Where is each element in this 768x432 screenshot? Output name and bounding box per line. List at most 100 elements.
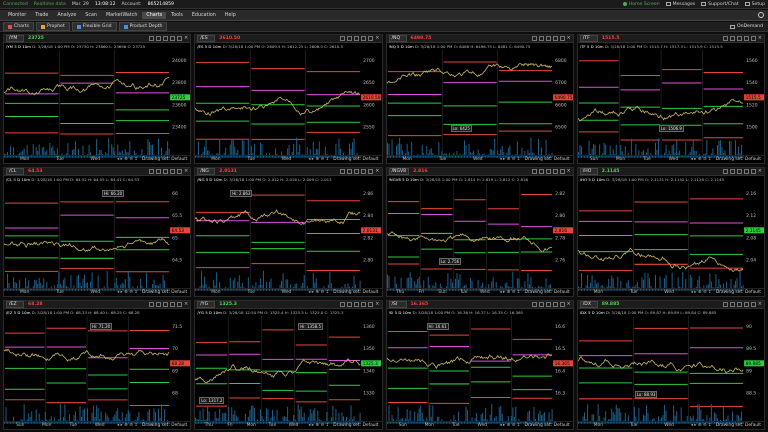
chart-tool-icon[interactable] [538,169,544,174]
chart-nav-controls[interactable]: ◂ ▸ ⊕ ⊖ ↕ [691,290,712,295]
close-icon[interactable]: × [375,36,379,41]
chart-tool-icon[interactable] [736,169,742,174]
chart-tool-icon[interactable] [149,302,155,307]
close-icon[interactable]: × [375,302,379,307]
chart-tool-icon[interactable] [750,36,756,41]
chart-tool-icon[interactable] [347,169,353,174]
drawing-set-selector[interactable]: Drawing set: Default [524,423,569,428]
drawing-set-selector[interactable]: Drawing set: Default [333,423,378,428]
chart-nav-controls[interactable]: ◂ ▸ ⊕ ⊖ ↕ [499,290,520,295]
chart-nav-controls[interactable]: ◂ ▸ ⊕ ⊖ ↕ [499,157,520,162]
symbol-input[interactable]: /EZ [6,301,24,308]
chart-tool-icon[interactable] [531,36,537,41]
chart-panel-yg[interactable]: /YG 1325.3 ×/YG 5 D 10m D: 3/28/18 12:50 P… [194,300,383,430]
menu-item-trade[interactable]: Trade [31,12,52,19]
drawing-set-selector[interactable]: Drawing set: Default [524,290,569,295]
chart-tool-icon[interactable] [361,36,367,41]
chart-tool-icon[interactable] [743,302,749,307]
chart-tool-icon[interactable] [368,169,374,174]
chart-tool-icon[interactable] [538,302,544,307]
chart-nav-controls[interactable]: ◂ ▸ ⊕ ⊖ ↕ [691,423,712,428]
chart-tool-icon[interactable] [177,36,183,41]
symbol-input[interactable]: /NG [197,168,216,175]
menu-item-analyze[interactable]: Analyze [53,12,80,19]
chart-panel-ym[interactable]: /YM 23725 × /YM 5 D 10m D: 3/28/18 1:00 PM … [3,34,192,164]
close-icon[interactable]: × [758,36,762,41]
menu-item-help[interactable]: Help [221,12,240,19]
chart-panel-es[interactable]: /ES 2610.50 ×/ES 5 D 10m D: 3/28/18 1:00 P… [194,34,383,164]
chart-panel-nq[interactable]: /NQ 6490.75 ×/NQ 5 D 10m D: 3/28/18 1:00 P… [385,34,574,164]
price-chart[interactable]: 66 65.5 65 64.5 64.53 [4,183,191,291]
drawing-set-selector[interactable]: Drawing set: Default [142,423,187,428]
ondemand-button[interactable]: OnDemand [729,24,768,29]
chart-nav-controls[interactable]: ◂ ▸ ⊕ ⊖ ↕ [308,157,329,162]
chart-tool-icon[interactable] [559,169,565,174]
close-icon[interactable]: × [567,169,571,174]
price-chart[interactable]: 16.6 16.5 16.4 16.3 16.365 [386,316,573,424]
close-icon[interactable]: × [184,169,188,174]
symbol-input[interactable]: /SI [388,301,407,308]
close-icon[interactable]: × [758,302,762,307]
menu-item-tools[interactable]: Tools [167,12,187,19]
chart-tool-icon[interactable] [545,169,551,174]
home-screen-button[interactable]: Home Screen [622,2,660,7]
symbol-input[interactable]: /ES [197,35,216,42]
chart-tool-icon[interactable] [347,36,353,41]
chart-tool-icon[interactable] [177,169,183,174]
chart-nav-controls[interactable]: ◂ ▸ ⊕ ⊖ ↕ [691,157,712,162]
menu-item-scan[interactable]: Scan [81,12,101,19]
chart-tool-icon[interactable] [361,169,367,174]
chart-nav-controls[interactable]: ◂ ▸ ⊕ ⊖ ↕ [308,290,329,295]
chart-panel-si[interactable]: /SI 16.365 ×/SI 5 D 10m D: 3/28/18 1:00 PM… [385,300,574,430]
chart-tool-icon[interactable] [545,302,551,307]
chart-tool-icon[interactable] [354,169,360,174]
chart-nav-controls[interactable]: ◂ ▸ ⊕ ⊖ ↕ [308,423,329,428]
symbol-input[interactable]: /NQ [388,35,407,42]
chart-tool-icon[interactable] [729,36,735,41]
menu-item-marketwatch[interactable]: MarketWatch [102,12,141,19]
chart-tool-icon[interactable] [722,302,728,307]
chart-tool-icon[interactable] [722,169,728,174]
chart-tool-icon[interactable] [531,302,537,307]
chart-tool-icon[interactable] [552,36,558,41]
drawing-set-selector[interactable]: Drawing set: Default [716,157,761,162]
chart-panel-cl[interactable]: /CL 64.53 × /CL 5 D 10m D: 3/28/18 1:00 PM … [3,167,192,297]
chart-tool-icon[interactable] [170,36,176,41]
subtab-product-depth[interactable]: Product Depth [118,22,168,31]
chart-tool-icon[interactable] [722,36,728,41]
symbol-input[interactable]: /TF [579,35,598,42]
chart-tool-icon[interactable] [163,36,169,41]
price-chart[interactable]: 2.82 2.80 2.78 2.76 2.816 [386,183,573,291]
chart-tool-icon[interactable] [729,302,735,307]
chart-tool-icon[interactable] [736,302,742,307]
chart-tool-icon[interactable] [368,36,374,41]
chart-tool-icon[interactable] [156,169,162,174]
drawing-set-selector[interactable]: Drawing set: Default [333,157,378,162]
gear-icon[interactable] [758,12,764,18]
chart-panel-tf[interactable]: /TF 1515.5 ×/TF 5 D 10m D: 3/28/18 1:00 PM… [576,34,765,164]
chart-tool-icon[interactable] [750,169,756,174]
chart-tool-icon[interactable] [177,302,183,307]
close-icon[interactable]: × [184,302,188,307]
chart-tool-icon[interactable] [149,36,155,41]
menu-item-education[interactable]: Education [188,12,220,19]
price-chart[interactable]: 2.86 2.84 2.82 2.80 2.0131 [195,183,382,291]
chart-tool-icon[interactable] [340,36,346,41]
messages-button[interactable]: Messages [665,2,695,7]
subtab-prophet[interactable]: Prophet [36,22,70,31]
chart-tool-icon[interactable] [531,169,537,174]
chart-panel-dx[interactable]: /DX 89.885 ×/DX 5 D 10m D: 3/28/18 1:00 PM… [576,300,765,430]
drawing-set-selector[interactable]: Drawing set: Default [716,423,761,428]
chart-tool-icon[interactable] [340,302,346,307]
close-icon[interactable]: × [567,36,571,41]
symbol-input[interactable]: /YM [6,35,24,42]
chart-tool-icon[interactable] [354,302,360,307]
chart-tool-icon[interactable] [156,36,162,41]
chart-panel-ng[interactable]: /NG 2.0131 ×/NG 5 D 10m D: 3/28/18 1:00 PM… [194,167,383,297]
price-chart[interactable]: 2.16 2.12 2.08 2.04 2.1145 [577,183,764,291]
close-icon[interactable]: × [567,302,571,307]
chart-tool-icon[interactable] [545,36,551,41]
chart-tool-icon[interactable] [163,302,169,307]
drawing-set-selector[interactable]: Drawing set: Default [142,157,187,162]
symbol-input[interactable]: /DX [579,301,598,308]
